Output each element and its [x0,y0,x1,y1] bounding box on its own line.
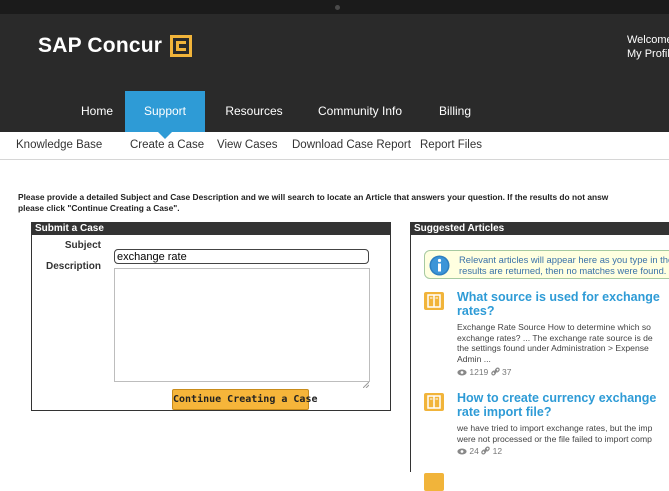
concur-logo-icon [170,35,193,57]
article-stats: 24 12 [457,446,502,457]
nav-tab-label: Resources [225,104,283,118]
link-icon [490,367,500,378]
instructions-text: Please provide a detailed Subject and Ca… [18,192,669,214]
book-icon [424,473,444,491]
resize-grip-icon[interactable] [362,375,370,389]
top-bezel [0,0,669,14]
article-desc-line: Exchange Rate Source How to determine wh… [457,322,651,332]
nav-tab-community-info[interactable]: Community Info [305,91,415,132]
link-count: 37 [502,367,512,377]
eye-icon [457,368,467,378]
view-count: 1219 [469,367,489,377]
book-icon [424,292,444,310]
article-item[interactable]: What source is used for exchange rates? … [424,290,669,402]
nav-tab-label: Home [80,104,113,118]
camera-dot [335,5,340,10]
info-line: Relevant articles will appear here as yo… [459,254,669,265]
book-icon [424,393,444,411]
nav-tab-label: Support [143,104,187,118]
eye-icon [457,447,467,457]
subnav-download-case-report[interactable]: Download Case Report [292,139,411,151]
info-icon [429,255,450,276]
subnav-view-cases[interactable]: View Cases [217,139,278,151]
article-desc: we have tried to import exchange rates, … [457,423,652,444]
nav-tab-label: Community Info [317,104,403,118]
info-message: Relevant articles will appear here as yo… [424,250,669,279]
description-label: Description [45,261,101,272]
article-desc-line: were not processed or the file failed to… [457,433,652,444]
brand[interactable]: SAP Concur [38,34,193,58]
nav-tab-billing[interactable]: Billing [420,91,490,132]
article-desc-line: the settings found under Administration … [457,343,649,353]
welcome-text: Welcome [627,34,669,46]
panel-title: Submit a Case [32,223,390,235]
info-text: Relevant articles will appear here as yo… [459,254,669,276]
instructions-line: Please provide a detailed Subject and Ca… [18,192,609,202]
nav-tab-support[interactable]: Support [125,91,205,139]
article-desc-line: exchange rates? ... The exchange rate so… [457,332,653,343]
nav-tab-label: Billing [438,104,471,118]
site-header: SAP Concur Welcome My Profile Home Suppo… [0,14,669,139]
my-profile-link[interactable]: My Profile [627,47,669,61]
panel-title: Suggested Articles [411,223,669,235]
link-count: 12 [492,446,503,456]
brand-name: SAP Concur [38,34,163,57]
view-count: 24 [469,446,479,456]
article-title-link[interactable]: What source is used for exchange rates? [457,290,669,318]
article-item[interactable]: How to create currency exchange rate imp… [424,391,669,473]
main-nav: Home Support Resources Community Info Bi… [0,91,669,139]
subnav-create-a-case[interactable]: Create a Case [130,139,204,151]
subnav-knowledge-base[interactable]: Knowledge Base [16,139,102,151]
subject-label: Subject [64,240,101,251]
subnav-report-files[interactable]: Report Files [420,139,482,151]
sub-nav: Knowledge Base Create a Case View Cases … [0,132,669,160]
continue-creating-case-button[interactable]: Continue Creating a Case [172,389,318,410]
description-textarea[interactable] [114,268,370,382]
article-title-link[interactable]: How to create currency exchange rate imp… [457,391,669,419]
article-desc-line: we have tried to import exchange rates, … [457,423,653,433]
nav-tab-resources[interactable]: Resources [214,91,294,132]
user-menu[interactable]: Welcome My Profile [627,33,669,61]
link-icon [481,446,490,457]
instructions-line: please click "Continue Creating a Case". [18,203,180,213]
info-line: results are returned, then no matches we… [459,265,667,276]
article-desc: Exchange Rate Source How to determine wh… [457,322,653,364]
article-stats: 1219 37 [457,367,512,378]
article-desc-line: Admin ... [457,353,491,364]
suggested-articles-panel: Suggested Articles Relevant articles wil… [410,222,669,491]
subject-input[interactable] [114,249,369,264]
submit-case-panel: Submit a Case Subject Description Contin… [31,222,391,411]
